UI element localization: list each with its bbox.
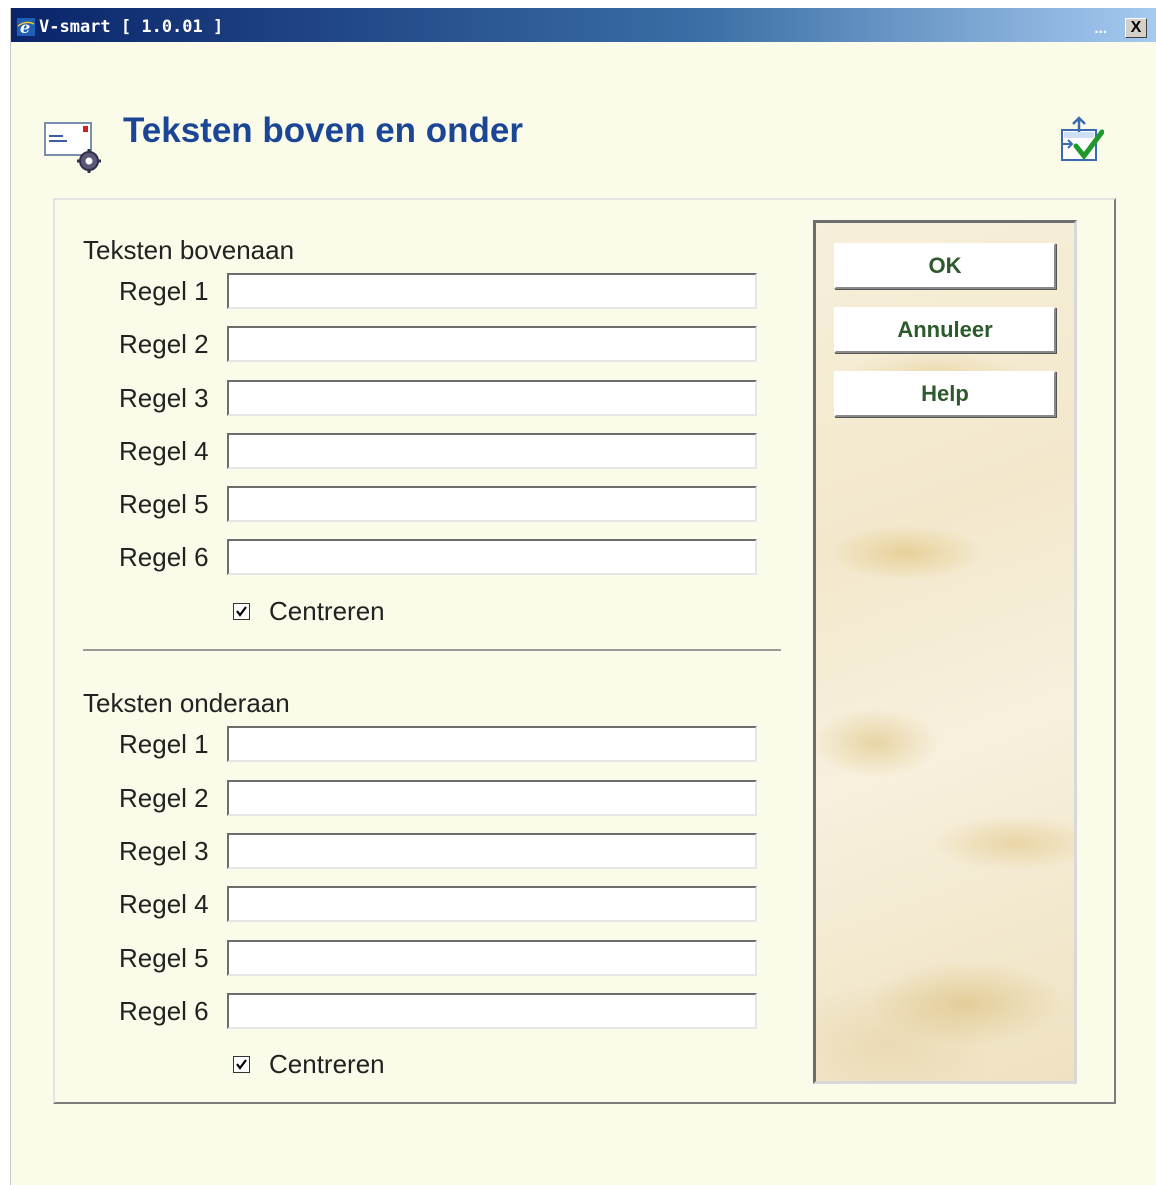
top-row-label: Regel 1 [119,276,209,306]
top-line-6-input[interactable] [227,539,757,575]
button-panel: OK Annuleer Help [813,220,1077,1084]
top-line-1-input[interactable] [227,273,757,309]
bottom-row-label: Regel 3 [119,836,209,866]
bottom-line-3-input[interactable] [227,833,757,869]
bottom-row-label: Regel 2 [119,783,209,813]
form-panel: Teksten bovenaan Regel 1 Regel 2 Regel 3… [53,198,1116,1104]
bottom-line-1-input[interactable] [227,726,757,762]
top-line-4-input[interactable] [227,433,757,469]
top-row-3: Regel 3 [55,380,815,416]
section-divider [83,649,781,651]
top-row-2: Regel 2 [55,326,815,362]
envelope-gear-icon [44,122,101,173]
top-center-label: Centreren [269,596,385,626]
bottom-row-2: Regel 2 [55,780,815,816]
bottom-center-option[interactable]: Centreren [233,1049,533,1081]
bottom-line-4-input[interactable] [227,886,757,922]
close-icon: X [1130,19,1142,36]
top-row-5: Regel 5 [55,486,815,522]
bottom-center-checkbox[interactable] [233,1056,250,1073]
bottom-row-label: Regel 5 [119,943,209,973]
bottom-line-2-input[interactable] [227,780,757,816]
help-button[interactable]: Help [834,371,1056,417]
internet-explorer-icon: e [17,18,35,36]
top-row-6: Regel 6 [55,539,815,575]
top-center-option[interactable]: Centreren [233,596,533,628]
bottom-section-title: Teksten onderaan [83,688,290,718]
top-line-3-input[interactable] [227,380,757,416]
export-check-icon[interactable] [1060,116,1104,162]
title-bar[interactable]: e V-smart [ 1.0.01 ] ... X [11,8,1156,42]
top-row-label: Regel 6 [119,542,209,572]
page-title: Teksten boven en onder [123,111,523,150]
bottom-row-1: Regel 1 [55,726,815,762]
bottom-row-label: Regel 6 [119,996,209,1026]
top-row-label: Regel 3 [119,383,209,413]
checkmark-icon [236,606,247,617]
checkmark-icon [236,1059,247,1070]
bottom-center-label: Centreren [269,1049,385,1079]
app-window: e V-smart [ 1.0.01 ] ... X Teksten boven… [10,8,1156,1185]
bottom-row-4: Regel 4 [55,886,815,922]
top-row-label: Regel 5 [119,489,209,519]
cancel-button[interactable]: Annuleer [834,307,1056,353]
bottom-line-5-input[interactable] [227,940,757,976]
top-line-5-input[interactable] [227,486,757,522]
top-section-title: Teksten bovenaan [83,235,295,265]
window-title: V-smart [ 1.0.01 ] [39,17,224,37]
svg-text:e: e [20,18,30,36]
bottom-row-3: Regel 3 [55,833,815,869]
top-line-2-input[interactable] [227,326,757,362]
bottom-row-6: Regel 6 [55,993,815,1029]
top-row-label: Regel 2 [119,329,209,359]
minimize-button[interactable]: ... [1094,19,1107,39]
ok-button[interactable]: OK [834,243,1056,289]
bottom-row-5: Regel 5 [55,940,815,976]
close-button[interactable]: X [1125,18,1147,38]
bottom-row-label: Regel 4 [119,889,209,919]
top-row-1: Regel 1 [55,273,815,309]
bottom-row-label: Regel 1 [119,729,209,759]
top-row-label: Regel 4 [119,436,209,466]
top-row-4: Regel 4 [55,433,815,469]
top-center-checkbox[interactable] [233,603,250,620]
bottom-line-6-input[interactable] [227,993,757,1029]
